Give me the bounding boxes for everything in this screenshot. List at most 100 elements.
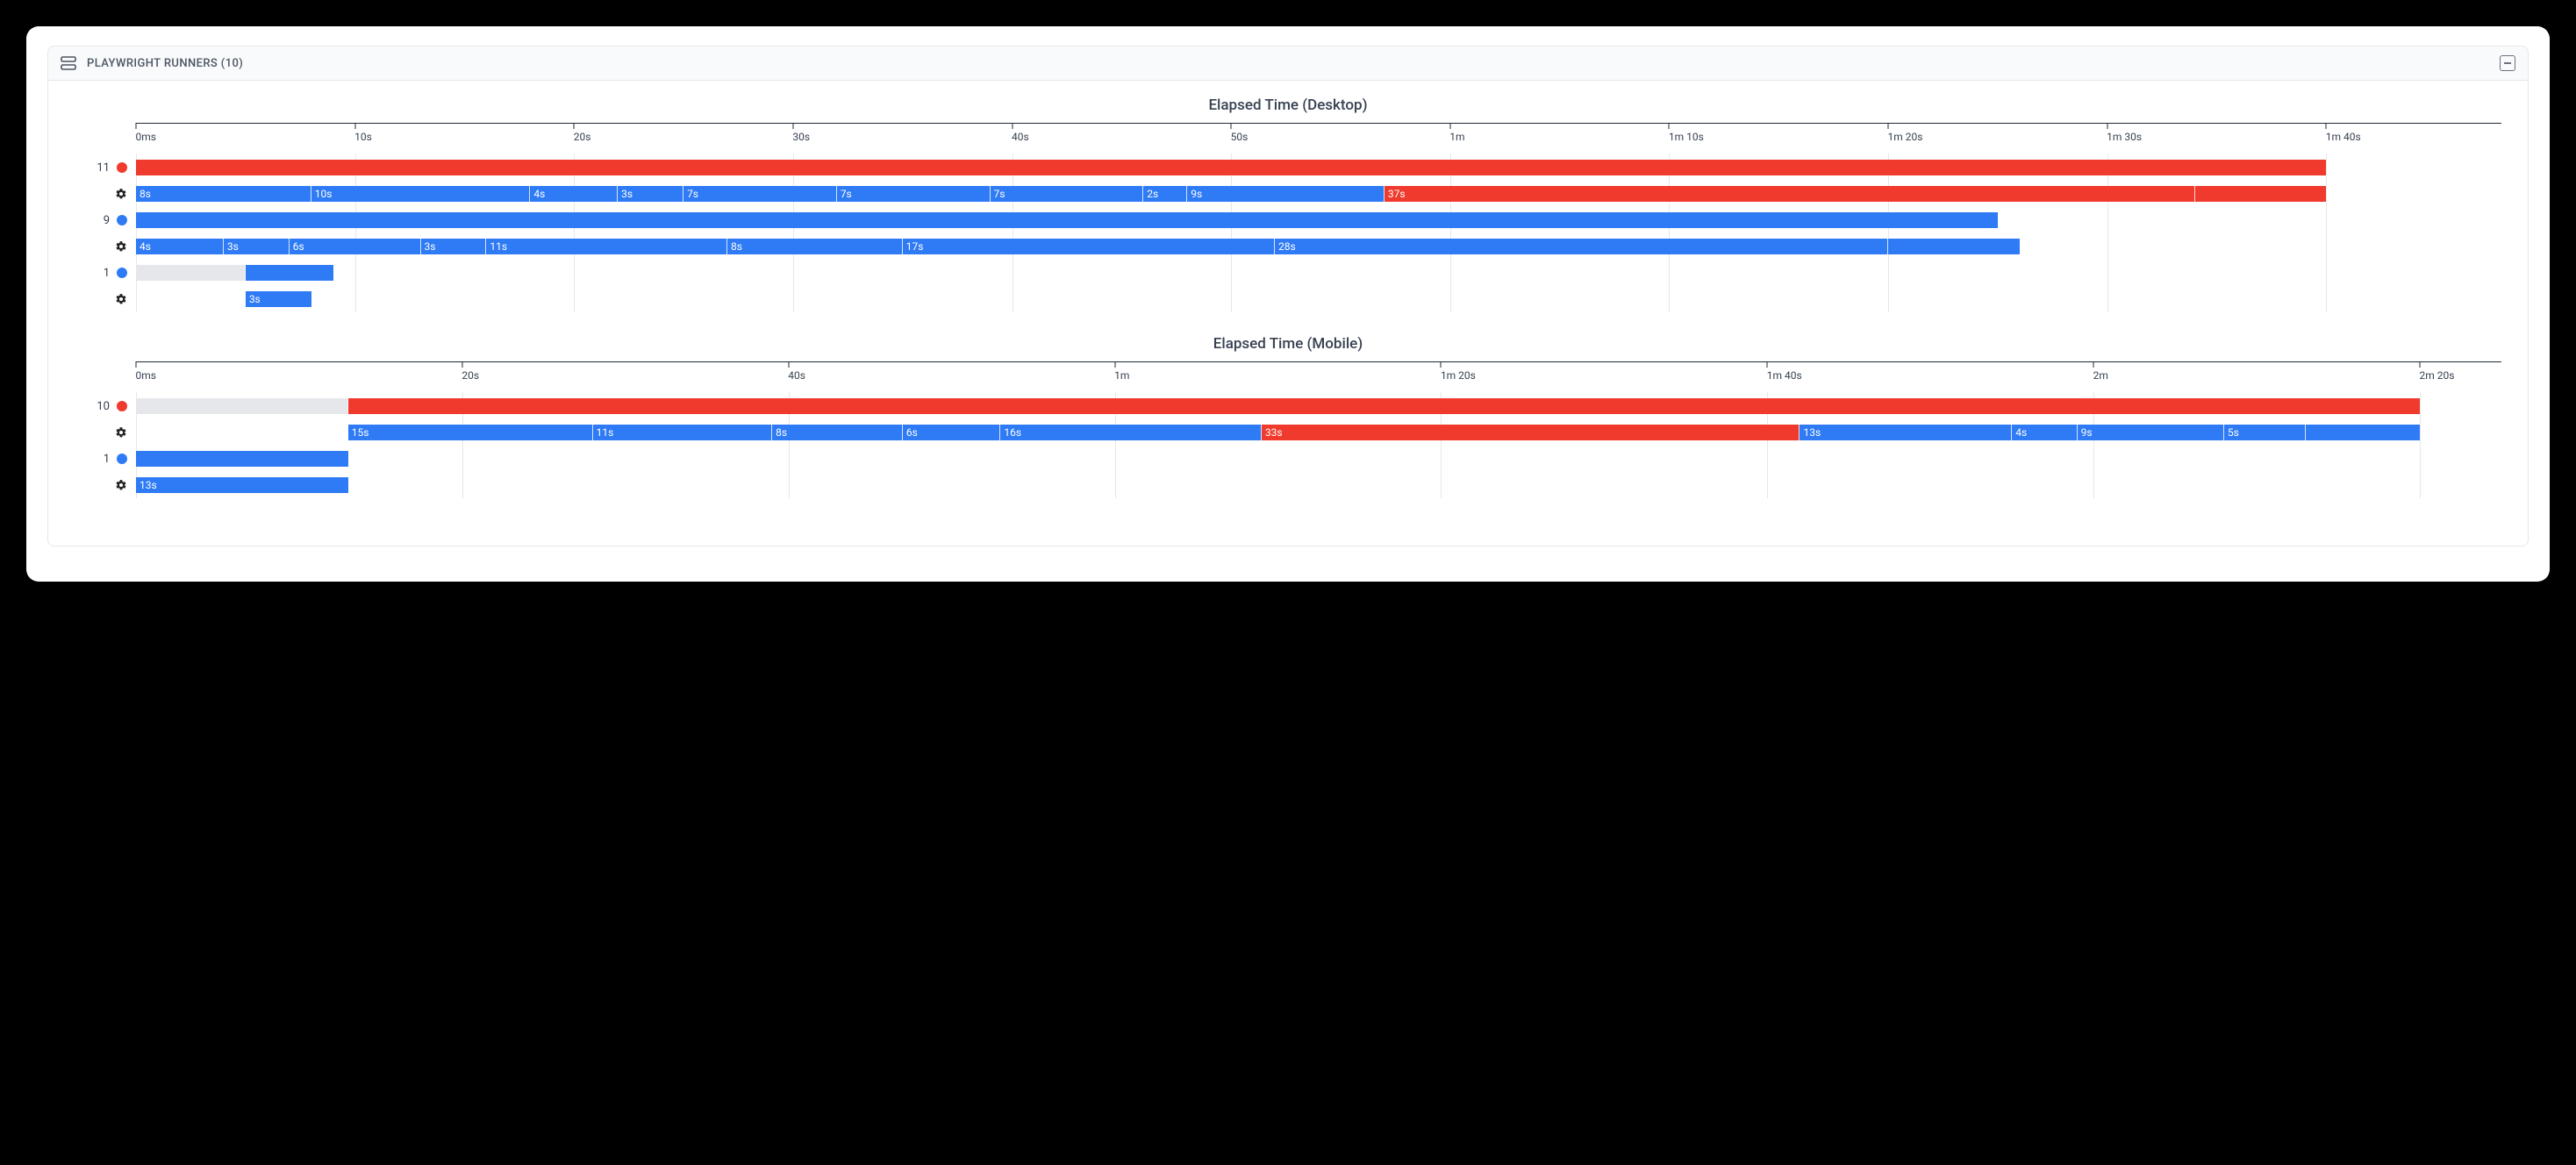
row-label: 1 [75,446,136,472]
axis-tick: 1m 20s [1888,123,1889,129]
timeline-segment[interactable]: 11s [593,425,773,440]
row-label: 11 [75,154,136,181]
timeline-segment[interactable]: 10s [311,186,531,202]
row-label [75,181,136,207]
row-count: 1 [104,453,110,466]
timeline-row [136,446,2501,472]
timeline-segment[interactable]: 4s [2012,425,2077,440]
row-label: 10 [75,393,136,419]
timeline-segment[interactable] [246,265,333,281]
bar-track: 3s [136,291,2501,307]
timeline-row [136,154,2501,181]
row-label [75,233,136,260]
row-label [75,286,136,312]
axis-tick-label: 1m [1114,369,1129,382]
timeline-segment[interactable]: 3s [421,239,487,254]
timeline-row [136,393,2501,419]
timeline-segment[interactable]: 8s [772,425,903,440]
rows-container: 15s11s8s6s16s33s13s4s9s5s13s [136,393,2501,498]
chart-block: Elapsed Time (Desktop)11910ms10s20s30s40… [75,96,2501,312]
gear-icon [115,188,127,200]
timeline-segment[interactable]: 3s [224,239,290,254]
bar-track: 13s [136,477,2501,493]
axis-tick: 1m [1449,123,1450,129]
timeline-segment[interactable] [136,398,348,414]
timeline-row: 3s [136,286,2501,312]
timeline-segment[interactable] [2195,186,2327,202]
timeline-segment[interactable]: 15s [348,425,593,440]
axis-tick-label: 0ms [136,131,156,143]
axis-tick-label: 1m 20s [1888,131,1923,143]
timeline-segment[interactable]: 7s [837,186,991,202]
timeline-segment[interactable]: 4s [136,239,224,254]
gear-icon [115,479,127,491]
bar-track: 4s3s6s3s11s8s17s28s [136,239,2501,254]
timeline-segment[interactable]: 8s [727,239,903,254]
timeline-row: 8s10s4s3s7s7s7s2s9s37s [136,181,2501,207]
timeline-segment[interactable]: 16s [1000,425,1261,440]
status-dot-blue-icon [117,215,127,225]
x-axis: 0ms10s20s30s40s50s1m1m 10s1m 20s1m 30s1m… [136,123,2501,154]
timeline-segment[interactable]: 6s [290,239,421,254]
timeline-segment[interactable]: 5s [2224,425,2306,440]
timeline-segment[interactable] [136,160,2326,175]
axis-tick: 50s [1231,123,1232,129]
bar-track: 15s11s8s6s16s33s13s4s9s5s [136,425,2501,440]
timeline-segment[interactable]: 8s [136,186,311,202]
timeline-segment[interactable] [136,265,246,281]
bar-track [136,451,2501,467]
timeline-segment[interactable]: 9s [1187,186,1385,202]
timeline-segment[interactable]: 13s [1800,425,2012,440]
axis-tick: 2m [2093,361,2094,368]
row-count: 9 [104,214,110,227]
chart-title: Elapsed Time (Desktop) [75,96,2501,114]
timeline-segment[interactable]: 28s [1275,239,1888,254]
timeline-row: 4s3s6s3s11s8s17s28s [136,233,2501,260]
timeline-segment[interactable]: 6s [903,425,1001,440]
collapse-button[interactable] [2500,55,2515,71]
axis-tick-label: 1m [1449,131,1464,143]
rows-container: 8s10s4s3s7s7s7s2s9s37s4s3s6s3s11s8s17s28… [136,154,2501,312]
axis-tick: 2m 20s [2420,361,2421,368]
bar-track: 8s10s4s3s7s7s7s2s9s37s [136,186,2501,202]
gear-icon [115,426,127,439]
axis-tick: 0ms [136,361,137,368]
panel-body: Elapsed Time (Desktop) 11 9 1 0ms 10s 20s 30s 40… [48,81,2528,546]
timeline-segment[interactable]: 2s [1143,186,1187,202]
timeline-segment[interactable]: 9s [2078,425,2224,440]
axis-tick: 0ms [136,123,137,129]
timeline-segment[interactable]: 33s [1262,425,1800,440]
axis-tick-label: 20s [462,369,479,382]
timeline-segment[interactable]: 3s [246,291,311,307]
timeline-segment[interactable]: 7s [683,186,837,202]
timeline-segment[interactable]: 7s [991,186,1144,202]
axis-tick: 30s [792,123,793,129]
timeline-segment[interactable] [1888,239,2020,254]
status-dot-blue-icon [117,268,127,278]
timeline-segment[interactable]: 3s [618,186,683,202]
axis-tick: 10s [354,123,355,129]
timeline-segment[interactable] [348,398,2420,414]
axis-tick-label: 1m 40s [2326,131,2361,143]
timeline-segment[interactable] [2306,425,2420,440]
timeline-segment[interactable]: 13s [136,477,348,493]
timeline-segment[interactable]: 37s [1385,186,2195,202]
timeline-segment[interactable]: 11s [486,239,727,254]
row-label [75,419,136,446]
axis-tick: 40s [1012,123,1013,129]
timeline-segment[interactable]: 17s [903,239,1275,254]
bar-track [136,398,2501,414]
row-labels-column: 10 1 [75,361,136,498]
gear-icon [115,240,127,253]
axis-tick: 1m 40s [2326,123,2327,129]
axis-tick: 20s [574,123,575,129]
x-axis: 0ms20s40s1m1m 20s1m 40s2m2m 20s [136,361,2501,393]
status-dot-red-icon [117,162,127,173]
timeline-segment[interactable] [136,212,1998,228]
timeline-segment[interactable] [136,451,348,467]
timeline-row: 13s [136,472,2501,498]
plot-area: 0ms10s20s30s40s50s1m1m 10s1m 20s1m 30s1m… [136,123,2501,312]
timeline-segment[interactable]: 4s [530,186,618,202]
status-dot-red-icon [117,401,127,411]
panel-header-left: PLAYWRIGHT RUNNERS (10) [61,56,243,70]
